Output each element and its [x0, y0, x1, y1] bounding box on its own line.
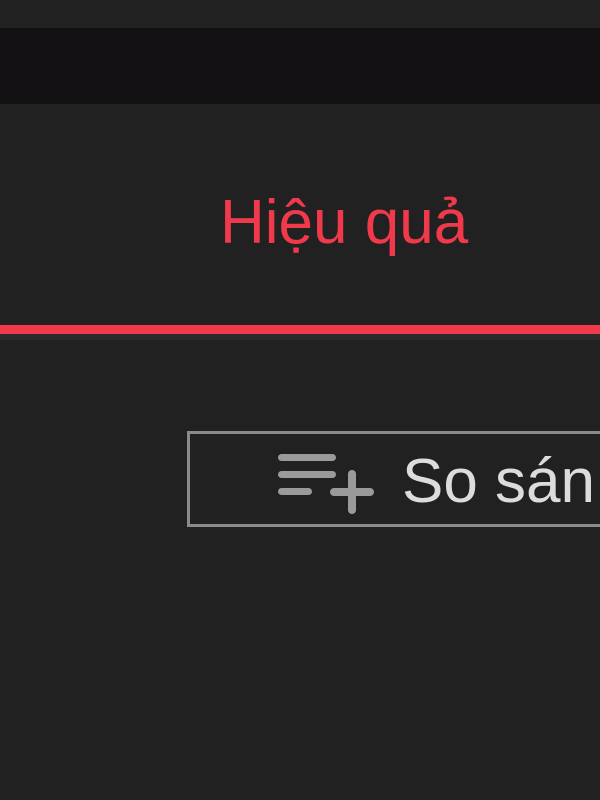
tab-label: Hiệu quả	[220, 188, 469, 257]
compare-button[interactable]: So sán	[187, 431, 600, 527]
active-tab-indicator	[0, 325, 600, 334]
content-area: So sán	[0, 340, 600, 800]
tab-bar: Hiệu quả	[0, 104, 600, 340]
app-toolbar	[0, 28, 600, 104]
tab-performance[interactable]: Hiệu quả	[0, 104, 600, 340]
playlist-add-icon	[278, 454, 374, 514]
status-bar	[0, 0, 600, 28]
compare-button-label: So sán	[402, 447, 596, 516]
